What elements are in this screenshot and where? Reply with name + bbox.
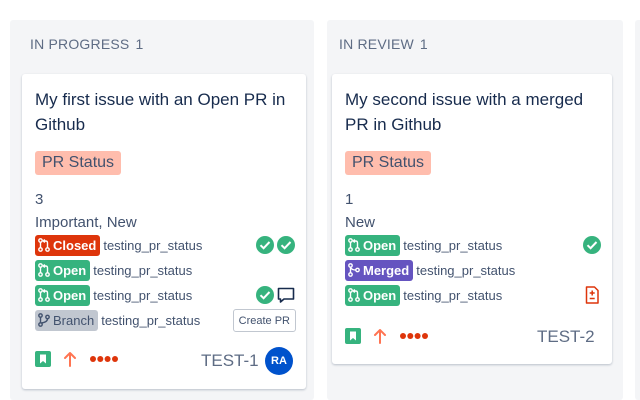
- pr-state-open[interactable]: Open: [345, 284, 401, 306]
- pr-status-badge: PR Status: [345, 151, 432, 175]
- issue-key[interactable]: TEST-2: [537, 327, 595, 347]
- branch-icon: [38, 313, 50, 327]
- story-icon: [345, 328, 361, 344]
- pull-request-icon: [38, 238, 50, 252]
- pr-state-label: Branch: [53, 312, 95, 328]
- pr-repo-name[interactable]: testing_pr_status: [403, 288, 502, 303]
- pr-row[interactable]: Branch testing_pr_status: [35, 309, 200, 331]
- priority-high-icon: [64, 352, 76, 367]
- pr-state-branch[interactable]: Branch: [35, 309, 99, 331]
- issue-card[interactable]: My second issue with a merged PR in Gith…: [332, 74, 612, 364]
- pr-status-badge: PR Status: [35, 151, 122, 175]
- pr-row[interactable]: Merged testing_pr_status: [345, 259, 515, 281]
- column-header: IN REVIEW 1: [339, 36, 428, 52]
- pr-state-label: Merged: [363, 262, 410, 278]
- pr-repo-name[interactable]: testing_pr_status: [416, 263, 515, 278]
- story-points-dots-icon: [400, 333, 428, 339]
- create-pr-button[interactable]: Create PR: [232, 309, 296, 332]
- pull-request-icon: [348, 288, 360, 302]
- comment-icon[interactable]: [276, 285, 296, 305]
- check-circle-icon: [277, 236, 295, 254]
- issue-number-field: 3: [35, 191, 44, 208]
- check-circle-icon: [583, 236, 601, 254]
- issue-number-field: 1: [345, 191, 354, 208]
- pr-row-icons: [582, 234, 602, 256]
- pr-row-icons: [582, 284, 602, 306]
- pr-state-merged[interactable]: Merged: [345, 259, 414, 281]
- pr-state-label: Open: [53, 262, 87, 278]
- avatar[interactable]: RA: [265, 347, 293, 375]
- pr-row[interactable]: Closed testing_pr_status: [35, 234, 202, 256]
- pull-request-icon: [38, 288, 50, 302]
- pull-request-icon: [348, 238, 360, 252]
- pr-state-label: Closed: [53, 237, 97, 253]
- card-footer-icons: [345, 328, 429, 344]
- card-footer-icons: [35, 351, 119, 367]
- column-in-review: IN REVIEW 1 My second issue with a merged…: [327, 20, 623, 400]
- merge-icon: [348, 263, 360, 277]
- pr-row-icons: [255, 284, 296, 306]
- pull-request-icon: [38, 263, 50, 277]
- column-title: IN PROGRESS: [30, 36, 130, 52]
- column-next: [635, 20, 640, 400]
- column-title: IN REVIEW: [339, 36, 414, 52]
- check-circle-icon: [256, 236, 274, 254]
- pr-repo-name[interactable]: testing_pr_status: [93, 288, 192, 303]
- pr-repo-name[interactable]: testing_pr_status: [101, 313, 200, 328]
- story-icon: [35, 351, 51, 367]
- issue-labels: Important, New: [35, 214, 137, 231]
- column-header: IN PROGRESS 1: [30, 36, 143, 52]
- pr-row[interactable]: Open testing_pr_status: [35, 284, 192, 306]
- pr-state-open[interactable]: Open: [35, 259, 91, 281]
- pr-state-open[interactable]: Open: [35, 284, 91, 306]
- column-count: 1: [135, 36, 144, 52]
- issue-card[interactable]: My first issue with an Open PR in Github…: [22, 74, 306, 389]
- check-circle-icon: [256, 286, 274, 304]
- issue-labels: New: [345, 214, 376, 231]
- file-diff-icon[interactable]: [582, 285, 602, 305]
- pr-repo-name[interactable]: testing_pr_status: [403, 238, 502, 253]
- issue-title[interactable]: My second issue with a merged PR in Gith…: [345, 87, 607, 137]
- pr-row[interactable]: Open testing_pr_status: [345, 284, 502, 306]
- story-points-dots-icon: [90, 356, 118, 362]
- pr-state-label: Open: [53, 287, 87, 303]
- pr-state-closed[interactable]: Closed: [35, 234, 101, 256]
- pr-repo-name[interactable]: testing_pr_status: [103, 238, 202, 253]
- pr-state-label: Open: [363, 287, 397, 303]
- pr-state-label: Open: [363, 237, 397, 253]
- issue-key[interactable]: TEST-1: [201, 351, 259, 371]
- pr-row[interactable]: Open testing_pr_status: [345, 234, 502, 256]
- issue-title[interactable]: My first issue with an Open PR in Github: [35, 87, 297, 137]
- column-count: 1: [419, 36, 428, 52]
- priority-high-icon: [374, 329, 386, 344]
- pr-row-icons: [255, 234, 296, 256]
- pr-repo-name[interactable]: testing_pr_status: [93, 263, 192, 278]
- pr-state-open[interactable]: Open: [345, 234, 401, 256]
- pr-row[interactable]: Open testing_pr_status: [35, 259, 192, 281]
- column-in-progress: IN PROGRESS 1 My first issue with an Open…: [10, 20, 314, 400]
